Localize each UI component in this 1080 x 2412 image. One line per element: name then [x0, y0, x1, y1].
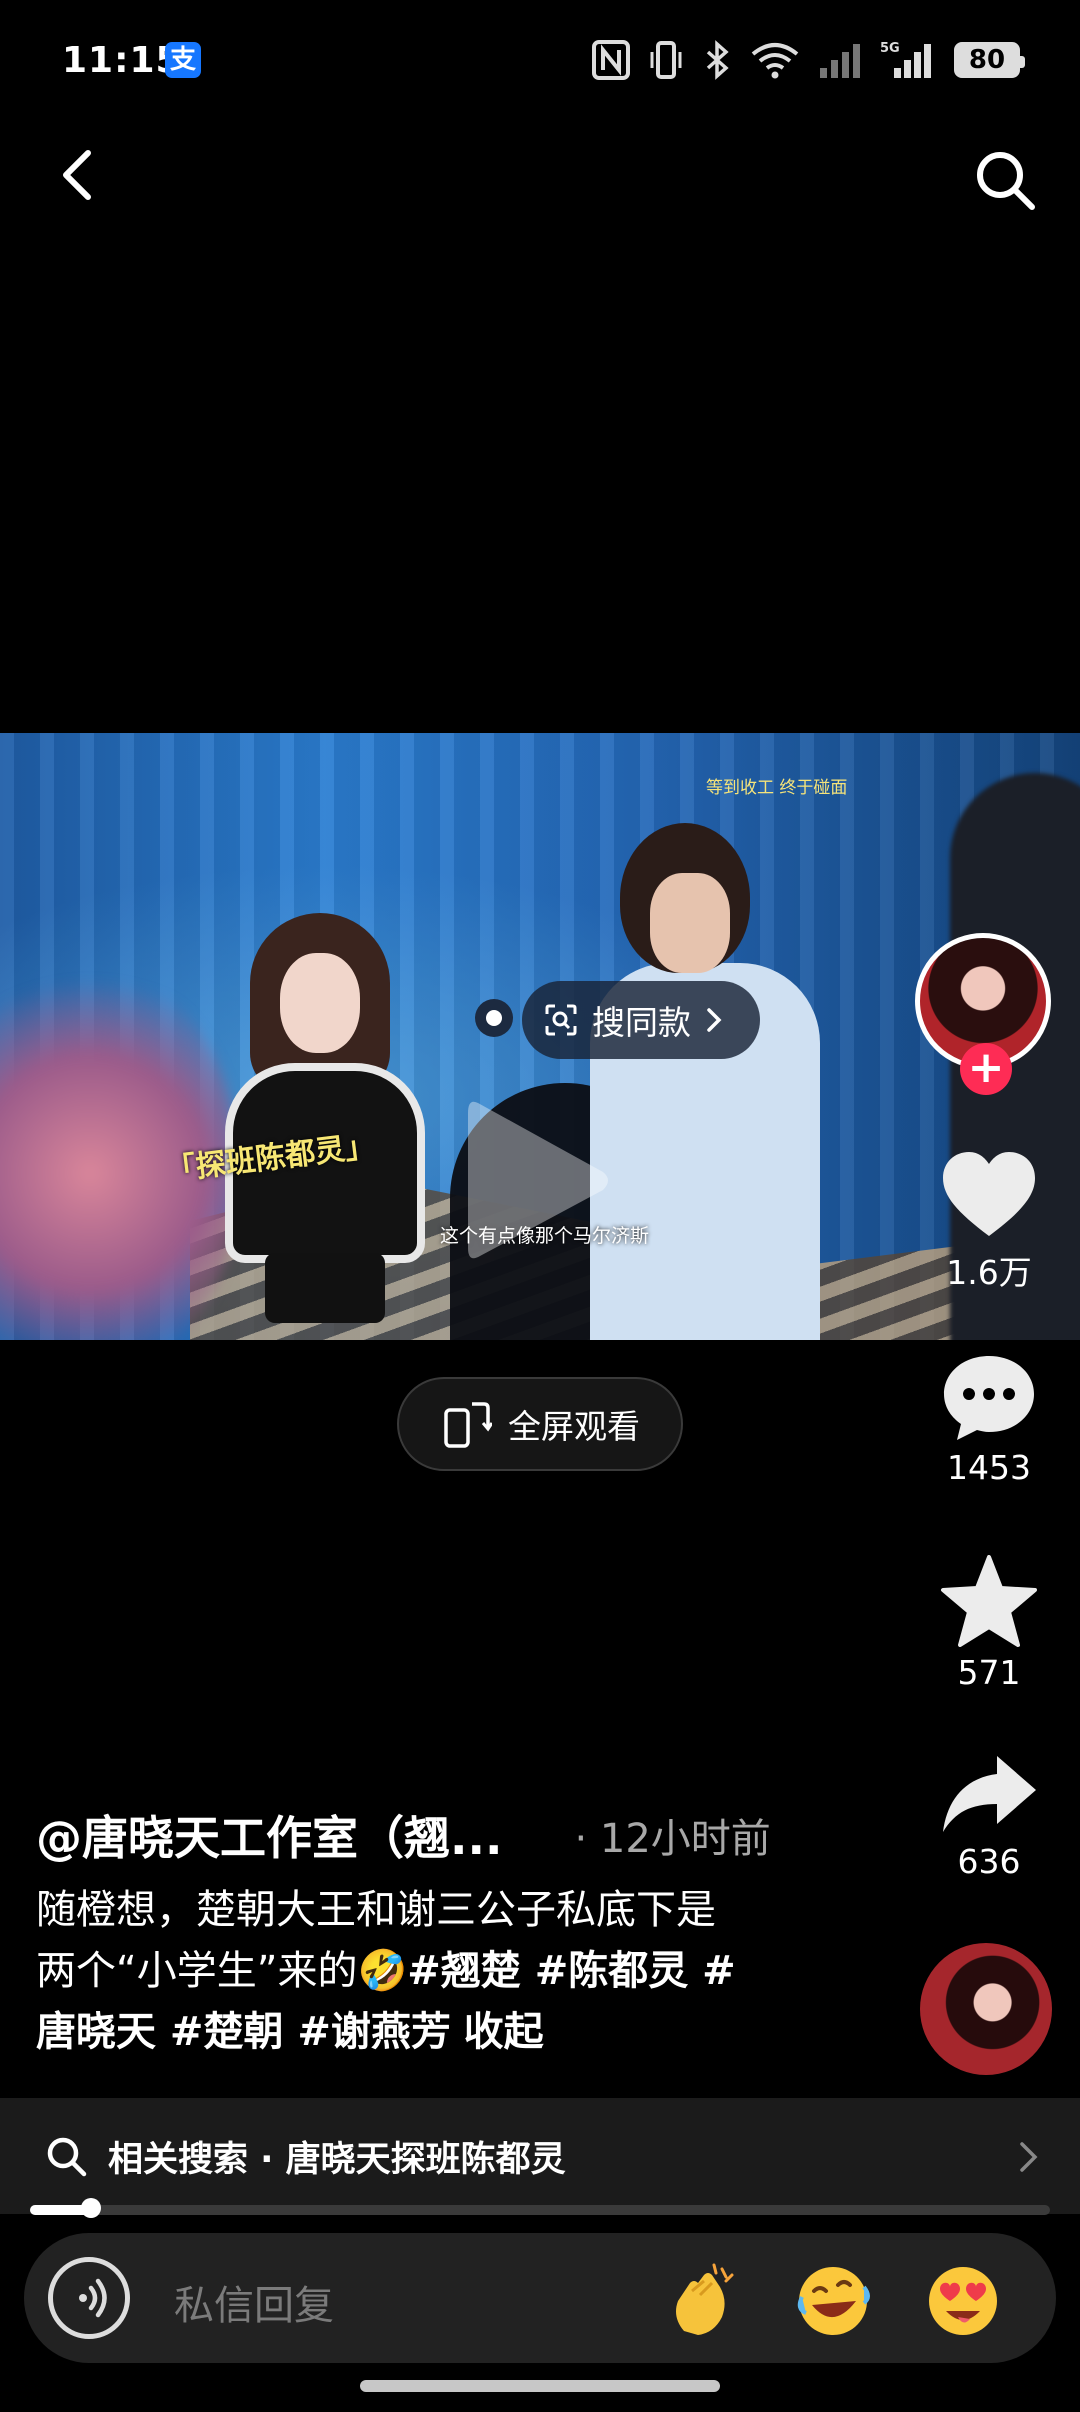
like-button[interactable]: 1.6万: [924, 1150, 1054, 1294]
search-same-button[interactable]: 搜同款: [522, 981, 760, 1059]
favorite-count: 571: [957, 1653, 1021, 1692]
voice-input-icon[interactable]: [48, 2257, 130, 2339]
post-caption: 随橙想，楚朝大王和谢三公子私底下是 两个“小学生”来的🤣#翘楚 #陈都灵 # 唐…: [36, 1880, 846, 2063]
caption-text: 两个“小学生”来的🤣: [36, 1948, 408, 1994]
alipay-icon: 支: [165, 42, 201, 78]
share-button[interactable]: 636: [924, 1752, 1054, 1881]
comment-button[interactable]: 1453: [924, 1352, 1054, 1487]
share-count: 636: [957, 1842, 1021, 1881]
search-icon[interactable]: [970, 145, 1040, 215]
laugh-cry-emoji-button[interactable]: [794, 2261, 872, 2339]
like-count: 1.6万: [946, 1253, 1032, 1292]
back-arrow-icon[interactable]: [48, 145, 108, 205]
svg-text:5G: 5G: [880, 41, 900, 56]
search-same-label: 搜同款: [592, 1003, 691, 1042]
signal-icon: [820, 44, 860, 78]
heart-eyes-emoji-button[interactable]: [924, 2261, 1002, 2339]
comment-icon: [944, 1356, 1034, 1440]
clap-emoji-button[interactable]: [664, 2261, 742, 2339]
post-author-row: @唐晓天工作室（翘... · 12小时前: [36, 1805, 836, 1865]
video-overlay-text: 等到收工 终于碰面: [706, 778, 848, 798]
product-point-icon[interactable]: [475, 999, 513, 1037]
author-name[interactable]: @唐晓天工作室（翘...: [36, 1802, 502, 1868]
related-search-bar[interactable]: 相关搜索 · 唐晓天探班陈都灵: [0, 2098, 1080, 2214]
related-search-label: 相关搜索 · 唐晓天探班陈都灵: [108, 2139, 566, 2180]
fullscreen-label: 全屏观看: [508, 1407, 640, 1446]
scan-icon: [545, 1004, 577, 1036]
progress-knob[interactable]: [81, 2198, 102, 2218]
share-arrow-icon: [943, 1756, 1036, 1832]
status-icons: 5G 80: [592, 38, 1025, 82]
music-disc[interactable]: [920, 1943, 1052, 2075]
reply-bar: 私信回复: [24, 2233, 1056, 2363]
collapse-button[interactable]: 收起: [464, 2009, 544, 2055]
favorite-button[interactable]: 571: [924, 1555, 1054, 1692]
rotate-screen-icon: [444, 1402, 492, 1448]
playback-progress-bar[interactable]: [30, 2198, 1050, 2218]
status-bar: 11:15 支 5G 80: [0, 0, 1080, 120]
caption-line: 随橙想，楚朝大王和谢三公子私底下是: [36, 1887, 716, 1933]
comment-count: 1453: [947, 1448, 1031, 1487]
wifi-icon: [751, 43, 799, 79]
chevron-right-icon: [707, 1008, 722, 1032]
bluetooth-icon: [706, 40, 729, 80]
search-icon: [47, 2137, 87, 2177]
heart-icon: [943, 1152, 1035, 1236]
vibrate-icon: [650, 41, 682, 79]
chevron-right-icon: [1020, 2142, 1038, 2172]
play-icon[interactable]: [458, 1088, 618, 1273]
home-indicator[interactable]: [360, 2380, 720, 2392]
post-time: · 12小时前: [574, 1816, 771, 1862]
follow-plus-button[interactable]: +: [960, 1043, 1012, 1095]
status-time: 11:15: [62, 40, 182, 81]
caption-line: 两个“小学生”来的🤣#翘楚 #陈都灵 #: [36, 1941, 846, 2002]
battery-indicator: 80: [954, 42, 1025, 78]
video-player[interactable]: 等到收工 终于碰面 「探班陈都灵」 这个有点像那个马尔济斯 搜同款: [0, 733, 1080, 1340]
caption-line: 唐晓天 #楚朝 #谢燕芳 收起: [36, 2002, 846, 2063]
reply-input[interactable]: 私信回复: [174, 2273, 334, 2331]
fullscreen-button[interactable]: 全屏观看: [397, 1377, 683, 1471]
hashtag-links[interactable]: 唐晓天 #楚朝 #谢燕芳: [36, 2009, 451, 2055]
star-icon: [941, 1555, 1037, 1647]
hashtag-links[interactable]: #翘楚 #陈都灵 #: [407, 1948, 735, 1994]
signal-5g-icon: 5G: [880, 41, 931, 78]
nfc-icon: [592, 40, 630, 80]
